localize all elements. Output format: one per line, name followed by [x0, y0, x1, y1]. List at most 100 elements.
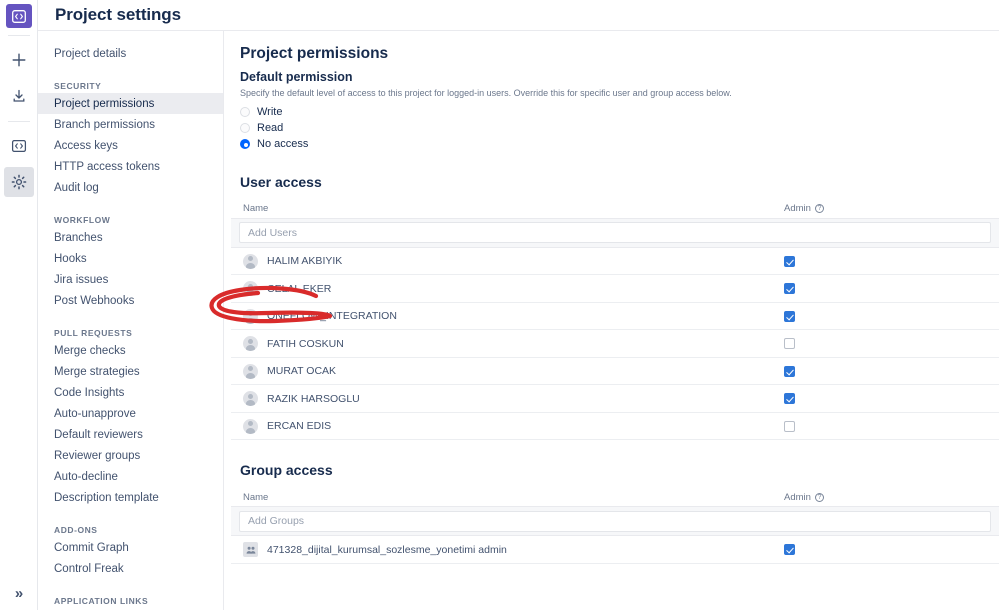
- row-name-label: MURAT OCAK: [267, 365, 337, 378]
- sidebar-item-hooks[interactable]: Hooks: [38, 248, 223, 269]
- sidebar-item-project-permissions[interactable]: Project permissions: [38, 93, 223, 114]
- main-content: Project permissions Default permission S…: [224, 30, 999, 610]
- sidebar-item-branches[interactable]: Branches: [38, 227, 223, 248]
- default-permission-heading: Default permission: [240, 70, 353, 84]
- group-access-table: Name Admin ? 471328_dijital_kurumsal_soz…: [231, 488, 999, 564]
- table-row[interactable]: FATIH COSKUN: [231, 330, 999, 358]
- sidebar-item-label: Merge checks: [54, 344, 126, 357]
- sidebar-item-label: Project details: [54, 47, 127, 60]
- radio-indicator-icon[interactable]: [240, 139, 250, 150]
- sidebar-item-control-freak[interactable]: Control Freak: [38, 558, 223, 579]
- table-row[interactable]: RAZIK HARSOGLU: [231, 385, 999, 413]
- settings-icon[interactable]: [3, 167, 34, 197]
- sidebar-item-http-access-tokens[interactable]: HTTP access tokens: [38, 156, 223, 177]
- add-users-row: [231, 217, 999, 248]
- sidebar-item-post-webhooks[interactable]: Post Webhooks: [38, 290, 223, 311]
- user-col-name: Name: [243, 203, 269, 215]
- sidebar-item-access-keys[interactable]: Access keys: [38, 135, 223, 156]
- user-access-heading: User access: [240, 173, 322, 190]
- sidebar-item-audit-log[interactable]: Audit log: [38, 177, 223, 198]
- group-table-header: Name Admin ?: [231, 488, 999, 506]
- avatar: [243, 336, 258, 352]
- sidebar-item-label: Description template: [54, 491, 159, 504]
- sidebar-item-jira-issues[interactable]: Jira issues: [38, 269, 223, 290]
- repositories-icon[interactable]: [4, 131, 34, 161]
- add-users-input[interactable]: [239, 222, 991, 244]
- radio-indicator-icon[interactable]: [240, 107, 250, 118]
- sidebar-item-project-details[interactable]: Project details: [38, 43, 223, 64]
- row-name-label: HALIM AKBIYIK: [267, 255, 343, 268]
- table-row[interactable]: ONEFLOW_INTEGRATION: [231, 303, 999, 331]
- table-row[interactable]: CELAL EKER: [231, 275, 999, 303]
- sidebar-item-branch-permissions[interactable]: Branch permissions: [38, 114, 223, 135]
- import-icon[interactable]: [4, 81, 34, 111]
- sidebar-item-reviewer-groups[interactable]: Reviewer groups: [38, 445, 223, 466]
- sidebar-item-label: Jira issues: [54, 273, 109, 286]
- group-col-name: Name: [243, 491, 269, 503]
- app-logo-icon[interactable]: [5, 4, 32, 28]
- sidebar-item-auto-decline[interactable]: Auto-decline: [38, 466, 223, 487]
- sidebar-item-label: Branches: [54, 231, 103, 244]
- admin-checkbox[interactable]: [784, 544, 795, 556]
- sidebar-item-commit-graph[interactable]: Commit Graph: [38, 537, 223, 558]
- sidebar-item-label: Merge strategies: [54, 365, 140, 378]
- add-groups-input[interactable]: [239, 510, 991, 532]
- sidebar-section-heading: WORKFLOW: [54, 215, 111, 225]
- radio-indicator-icon[interactable]: [240, 123, 250, 134]
- radio-label: Read: [257, 122, 284, 135]
- group-col-admin: Admin ?: [784, 492, 999, 503]
- table-row[interactable]: MURAT OCAK: [231, 358, 999, 386]
- sidebar-item-description-template[interactable]: Description template: [38, 487, 223, 508]
- page-body: Project settings Project details SECURITY…: [38, 0, 999, 610]
- group-icon: [243, 542, 258, 558]
- radio-option-no-access[interactable]: No access: [240, 137, 999, 152]
- radio-option-read[interactable]: Read: [240, 121, 999, 136]
- settings-sidebar: Project details SECURITY Project permissio…: [38, 30, 224, 610]
- table-row[interactable]: 471328_dijital_kurumsal_sozlesme_yonetim…: [231, 536, 999, 564]
- sidebar-item-label: HTTP access tokens: [54, 160, 160, 173]
- table-row[interactable]: ERCAN EDIS: [231, 413, 999, 441]
- row-admin-cell: [784, 338, 999, 350]
- sidebar-item-auto-unapprove[interactable]: Auto-unapprove: [38, 403, 223, 424]
- admin-checkbox[interactable]: [784, 365, 795, 377]
- avatar: [243, 253, 258, 269]
- radio-label: Write: [257, 106, 283, 119]
- avatar: [243, 308, 258, 324]
- sidebar-item-label: Reviewer groups: [54, 449, 141, 462]
- radio-option-write[interactable]: Write: [240, 105, 999, 120]
- rail-divider-2: [7, 121, 30, 122]
- sidebar-item-code-insights[interactable]: Code Insights: [38, 382, 223, 403]
- row-admin-cell: [784, 310, 999, 322]
- row-admin-cell: [784, 393, 999, 405]
- admin-checkbox[interactable]: [784, 393, 795, 405]
- admin-checkbox[interactable]: [784, 420, 795, 432]
- avatar: [243, 418, 258, 434]
- sidebar-item-merge-strategies[interactable]: Merge strategies: [38, 361, 223, 382]
- sidebar-item-merge-checks[interactable]: Merge checks: [38, 340, 223, 361]
- sidebar-item-default-reviewers[interactable]: Default reviewers: [38, 424, 223, 445]
- admin-checkbox[interactable]: [784, 310, 795, 322]
- admin-checkbox[interactable]: [784, 338, 795, 350]
- user-col-admin-label: Admin: [784, 203, 811, 215]
- table-row[interactable]: HALIM AKBIYIK: [231, 248, 999, 276]
- help-icon[interactable]: ?: [814, 204, 824, 214]
- create-icon[interactable]: [4, 45, 34, 75]
- expand-rail-button[interactable]: »: [0, 585, 38, 602]
- sidebar-item-label: Audit log: [54, 181, 99, 194]
- sidebar-item-label: Post Webhooks: [54, 294, 135, 307]
- row-name-cell: ERCAN EDIS: [243, 418, 784, 434]
- admin-checkbox[interactable]: [784, 255, 795, 267]
- rail-divider-1: [7, 35, 30, 36]
- admin-checkbox[interactable]: [784, 283, 795, 295]
- help-icon[interactable]: ?: [814, 492, 824, 502]
- sidebar-item-label: Project permissions: [54, 97, 155, 110]
- radio-label: No access: [257, 138, 309, 151]
- sidebar-item-label: Access keys: [54, 139, 118, 152]
- row-admin-cell: [784, 283, 999, 295]
- row-admin-cell: [784, 255, 999, 267]
